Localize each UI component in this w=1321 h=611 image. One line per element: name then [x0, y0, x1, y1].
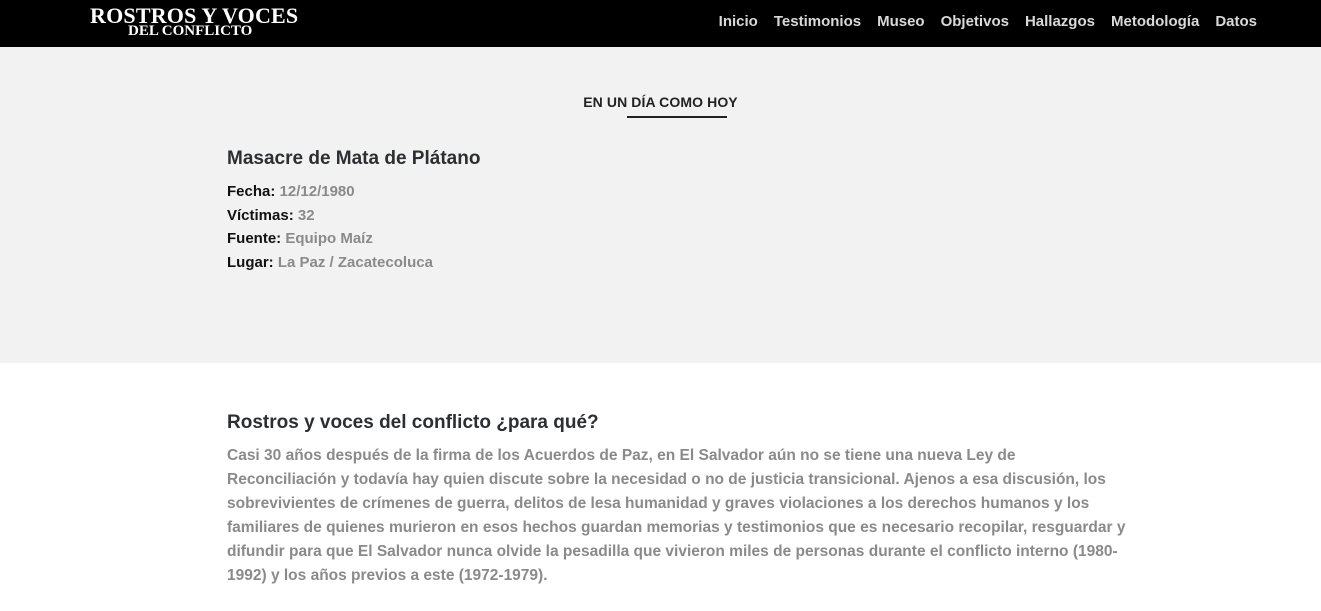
- nav-item-datos[interactable]: Datos: [1215, 13, 1257, 30]
- field-label: Víctimas:: [227, 206, 294, 224]
- nav-item-museo[interactable]: Museo: [877, 13, 925, 30]
- top-navigation-bar: ROSTROS Y VOCES DEL CONFLICTO Inicio Tes…: [0, 0, 1321, 47]
- event-victims-value: 32: [297, 206, 315, 224]
- nav-item-metodologia[interactable]: Metodología: [1111, 13, 1199, 30]
- today-in-history-section: EN UN DÍA COMO HOY Masacre de Mata de Pl…: [0, 47, 1321, 363]
- field-label: Fuente:: [227, 230, 282, 247]
- event-date-row: Fecha: 12/12/1980: [227, 180, 480, 204]
- section-heading: EN UN DÍA COMO HOY: [583, 94, 738, 110]
- event-place-row: Lugar: La Paz / Zacatecoluca: [227, 251, 480, 275]
- about-section: Rostros y voces del conflicto ¿para qué?…: [227, 412, 1127, 588]
- field-label: Fecha:: [227, 183, 276, 200]
- event-title: Masacre de Mata de Plátano: [227, 148, 481, 169]
- field-label: Lugar:: [227, 253, 274, 271]
- site-logo[interactable]: ROSTROS Y VOCES DEL CONFLICTO: [90, 5, 300, 39]
- event-card: Masacre de Mata de Plátano Fecha: 12/12/…: [227, 148, 480, 274]
- nav-item-inicio[interactable]: Inicio: [719, 13, 758, 30]
- main-nav: Inicio Testimonios Museo Objetivos Halla…: [719, 13, 1257, 30]
- nav-item-testimonios[interactable]: Testimonios: [774, 13, 861, 30]
- nav-item-objetivos[interactable]: Objetivos: [941, 13, 1009, 30]
- event-source-value: Equipo Maíz: [285, 230, 373, 247]
- nav-item-hallazgos[interactable]: Hallazgos: [1025, 13, 1095, 30]
- event-victims-row: Víctimas: 32: [227, 204, 480, 228]
- event-place-value: La Paz / Zacatecoluca: [277, 253, 433, 271]
- about-title: Rostros y voces del conflicto ¿para qué?: [227, 412, 599, 433]
- event-date-value: 12/12/1980: [279, 183, 355, 200]
- heading-underline: [627, 116, 727, 118]
- about-body: Casi 30 años después de la firma de los …: [227, 447, 1126, 584]
- event-source-row: Fuente: Equipo Maíz: [227, 227, 480, 251]
